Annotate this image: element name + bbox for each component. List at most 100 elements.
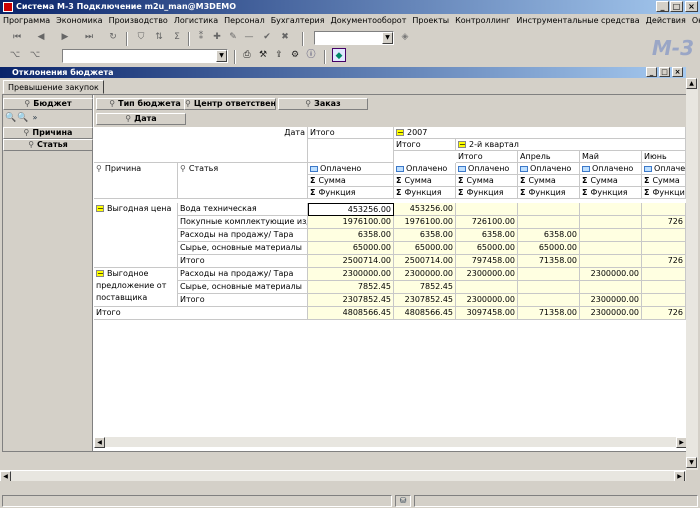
struct2-icon[interactable]: ⌥ xyxy=(28,48,42,62)
value-cell[interactable] xyxy=(518,294,580,307)
measure-header[interactable]: Оплачено xyxy=(308,163,394,175)
func-header[interactable]: Σ Функция xyxy=(394,187,456,199)
struct-icon[interactable]: ⌥ xyxy=(8,48,22,62)
value-cell[interactable]: 1976100.00 xyxy=(394,216,456,229)
menu-item-4[interactable]: Персонал xyxy=(221,16,268,25)
scroll-left-icon[interactable]: ◀ xyxy=(94,437,105,448)
cancel-icon[interactable]: ✖ xyxy=(278,30,292,44)
first-record-icon[interactable]: ⏮ xyxy=(10,30,24,44)
collapse-icon[interactable]: − xyxy=(458,141,466,149)
value-cell[interactable]: 4808566.45 xyxy=(394,307,456,320)
value-cell[interactable] xyxy=(642,294,686,307)
window-vscroll[interactable]: ▲ ▼ xyxy=(686,78,698,470)
refresh-icon[interactable]: ↻ xyxy=(106,30,120,44)
close-button[interactable]: × xyxy=(685,1,698,12)
sum-icon[interactable]: Σ xyxy=(170,30,184,44)
value-cell[interactable]: 2500714.00 xyxy=(308,255,394,268)
filter-combo[interactable]: ▼ xyxy=(314,31,394,45)
grid-hscroll[interactable]: ◀ ▶ xyxy=(94,436,687,448)
order-field[interactable]: ⚲ Заказ xyxy=(278,98,368,110)
value-cell[interactable]: 453256.00 xyxy=(394,203,456,216)
reason-field[interactable]: ⚲ Причина xyxy=(3,127,93,139)
value-cell[interactable]: 6358.00 xyxy=(518,229,580,242)
value-cell[interactable]: 65000.00 xyxy=(394,242,456,255)
window-hscroll[interactable]: ◀ ▶ xyxy=(0,470,686,482)
reason-col-header[interactable]: ⚲ Причина xyxy=(94,163,178,199)
minimize-button[interactable]: _ xyxy=(656,1,669,12)
collapse-icon[interactable]: − xyxy=(396,129,404,137)
value-cell[interactable]: 726 xyxy=(642,216,686,229)
func-header[interactable]: Σ Функция xyxy=(518,187,580,199)
value-cell[interactable]: 4808566.45 xyxy=(308,307,394,320)
menu-item-9[interactable]: Инструментальные средства xyxy=(513,16,642,25)
value-cell[interactable]: 71358.00 xyxy=(518,255,580,268)
value-cell[interactable]: 2300000.00 xyxy=(456,268,518,281)
value-cell[interactable]: 2500714.00 xyxy=(394,255,456,268)
menu-item-10[interactable]: Действия xyxy=(643,16,689,25)
value-cell[interactable] xyxy=(580,229,642,242)
tools-icon[interactable]: ⚒ xyxy=(256,48,270,62)
value-cell[interactable]: 7852.45 xyxy=(308,281,394,294)
value-cell[interactable]: 2300000.00 xyxy=(308,268,394,281)
budget-field[interactable]: ⚲ Бюджет xyxy=(3,98,93,110)
menu-item-1[interactable]: Экономика xyxy=(53,16,105,25)
measure-header[interactable]: Оплачено xyxy=(456,163,518,175)
value-cell[interactable] xyxy=(580,203,642,216)
value-cell[interactable]: 2300000.00 xyxy=(580,294,642,307)
scroll-down-icon[interactable]: ▼ xyxy=(686,457,697,468)
value-cell[interactable]: 726 xyxy=(642,255,686,268)
menu-item-0[interactable]: Программа xyxy=(0,16,53,25)
sum-header[interactable]: Σ Сумма xyxy=(580,175,642,187)
value-cell[interactable]: 65000.00 xyxy=(518,242,580,255)
value-cell[interactable]: 65000.00 xyxy=(308,242,394,255)
value-cell[interactable] xyxy=(518,216,580,229)
add-icon[interactable]: ✚ xyxy=(210,30,224,44)
measure-header[interactable]: Оплачено xyxy=(642,163,686,175)
more-icon[interactable]: » xyxy=(28,111,42,125)
value-cell[interactable] xyxy=(642,242,686,255)
collapse-icon[interactable]: − xyxy=(96,205,104,213)
last-record-icon[interactable]: ⏭ xyxy=(82,30,96,44)
value-cell[interactable] xyxy=(642,203,686,216)
quarter-header[interactable]: −2-й квартал xyxy=(456,139,686,151)
chevron-down-icon[interactable]: ▼ xyxy=(382,32,393,44)
article-field[interactable]: ⚲ Статья xyxy=(3,139,93,151)
value-cell[interactable]: 1976100.00 xyxy=(308,216,394,229)
value-cell[interactable]: 71358.00 xyxy=(518,307,580,320)
menu-item-3[interactable]: Логистика xyxy=(171,16,221,25)
sum-header[interactable]: Σ Сумма xyxy=(308,175,394,187)
navigate-icon[interactable]: ◆ xyxy=(332,48,346,62)
sum-header[interactable]: Σ Сумма xyxy=(642,175,686,187)
value-cell[interactable] xyxy=(518,268,580,281)
chevron-down-icon[interactable]: ▼ xyxy=(216,50,227,62)
tree-icon[interactable]: ⁑ xyxy=(194,30,208,44)
value-cell[interactable] xyxy=(580,255,642,268)
func-header[interactable]: Σ Функция xyxy=(308,187,394,199)
value-cell[interactable] xyxy=(642,268,686,281)
value-cell[interactable] xyxy=(518,203,580,216)
budget-type-field[interactable]: ⚲ Тип бюджета xyxy=(96,98,194,110)
menu-item-5[interactable]: Бухгалтерия xyxy=(268,16,328,25)
value-cell[interactable]: 453256.00 xyxy=(308,203,394,216)
func-header[interactable]: Σ Функция xyxy=(456,187,518,199)
menu-item-6[interactable]: Документооборот xyxy=(328,16,410,25)
total-col-header[interactable]: Итого xyxy=(308,127,394,139)
child-minimize-button[interactable]: _ xyxy=(646,67,657,77)
collapse-icon[interactable]: − xyxy=(96,270,104,278)
value-cell[interactable]: 2307852.45 xyxy=(308,294,394,307)
article-col-header[interactable]: ⚲ Статья xyxy=(178,163,308,199)
menu-item-8[interactable]: Контроллинг xyxy=(452,16,513,25)
year-header[interactable]: −2007 xyxy=(394,127,686,139)
measure-header[interactable]: Оплачено xyxy=(394,163,456,175)
value-cell[interactable] xyxy=(642,229,686,242)
value-cell[interactable]: 65000.00 xyxy=(456,242,518,255)
value-cell[interactable] xyxy=(580,216,642,229)
reason-group[interactable]: − Выгодное предложение от поставщика xyxy=(94,268,178,307)
value-cell[interactable]: 2300000.00 xyxy=(580,268,642,281)
date-field[interactable]: ⚲ Дата xyxy=(96,113,186,125)
value-cell[interactable]: 2300000.00 xyxy=(394,268,456,281)
next-record-icon[interactable]: ▶ xyxy=(58,30,72,44)
menu-item-2[interactable]: Производство xyxy=(106,16,171,25)
sort-icon[interactable]: ⇅ xyxy=(152,30,166,44)
child-maximize-button[interactable]: □ xyxy=(659,67,670,77)
